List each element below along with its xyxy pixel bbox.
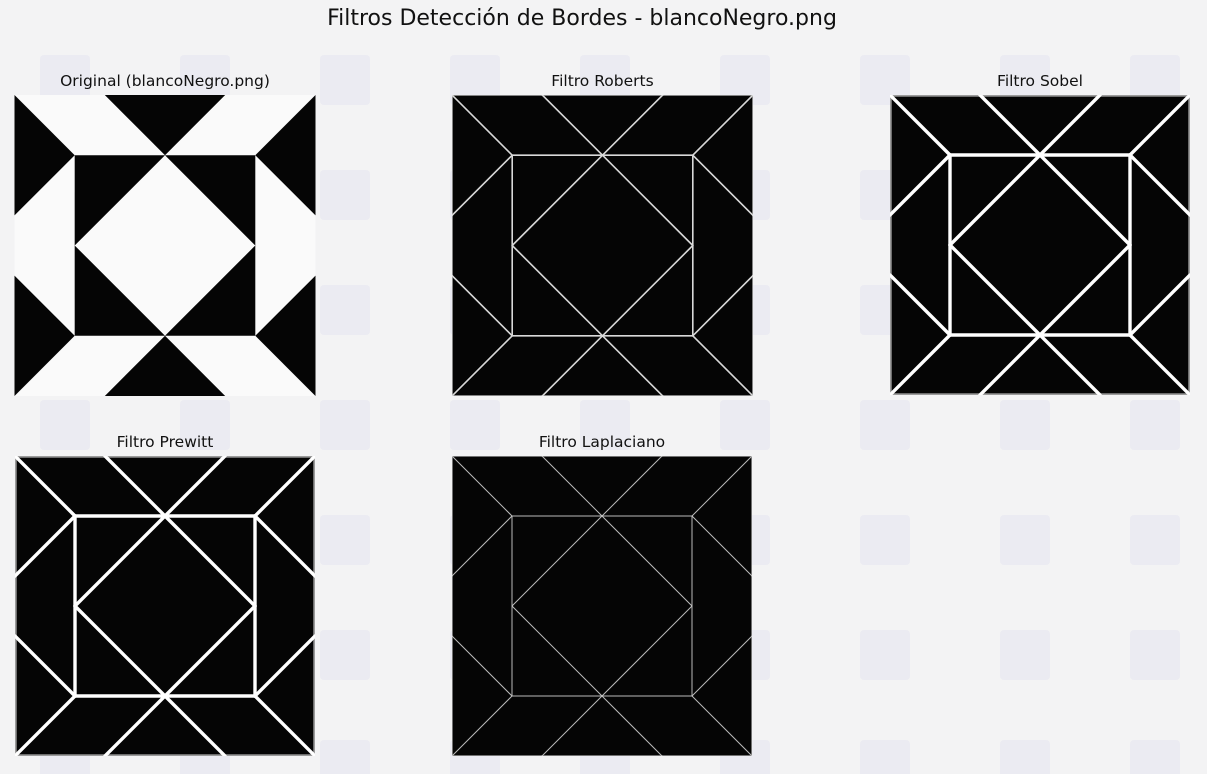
panel-title-sobel: Filtro Sobel bbox=[997, 72, 1083, 90]
panel-title-laplace: Filtro Laplaciano bbox=[538, 433, 666, 451]
figure-window: Filtros Detección de Bordes - blancoNegr… bbox=[0, 0, 1207, 774]
panel-image-original bbox=[14, 95, 316, 396]
panel-image-prewitt bbox=[15, 456, 315, 756]
panel-title-roberts: Filtro Roberts bbox=[551, 72, 654, 90]
panel-image-sobel bbox=[890, 95, 1190, 395]
panel-title-prewitt: Filtro Prewitt bbox=[116, 433, 214, 451]
panel-image-roberts bbox=[452, 95, 753, 396]
figure-suptitle: Filtros Detección de Bordes - blancoNegr… bbox=[327, 6, 837, 31]
panel-title-original: Original (blancoNegro.png) bbox=[60, 72, 270, 90]
panel-image-laplace bbox=[452, 456, 752, 756]
